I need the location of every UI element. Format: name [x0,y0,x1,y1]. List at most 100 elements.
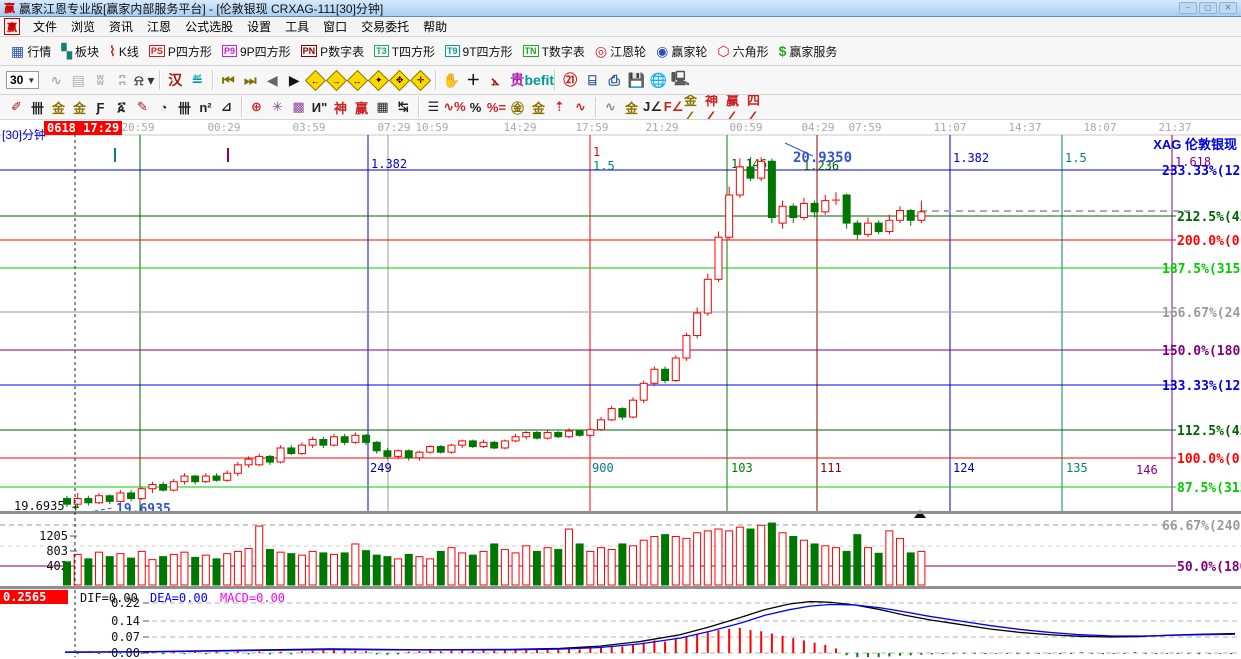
t-number-button[interactable]: TNT数字表 [518,41,590,62]
winner-wheel-button[interactable]: ◉赢家轮 [651,41,712,62]
volume-bar [736,527,743,585]
web-tool[interactable]: 🌐 [647,69,669,91]
t-square-button[interactable]: T3T四方形 [369,41,440,62]
angle-measure-tool[interactable]: ⦛ [484,69,506,91]
last-bar-button[interactable]: ⏭ [239,69,261,91]
hexagon-button[interactable]: ⬡六角形 [712,41,773,62]
comb-plain-tool[interactable]: 卌 [174,98,195,117]
quotes-button[interactable]: ▦行情 [6,41,56,62]
hanzi-tool[interactable]: 汉 [164,69,186,91]
n2-comb-tool[interactable]: n² [195,98,216,117]
box-grid-tool[interactable]: ▩ [288,98,309,117]
bars3-tool[interactable]: ʬ [89,69,111,91]
diamond-compress-button[interactable]: ✦ [368,69,389,90]
diamond-left-button[interactable]: ← [305,69,326,90]
j-angle-tool[interactable]: J∠ [642,98,663,117]
time-circle-tool[interactable]: ◔ [153,98,174,117]
diamond-full-button[interactable]: ✛ [410,69,431,90]
time-axis-label: 20:59 [121,121,154,134]
p-number-button[interactable]: PNP数字表 [296,41,370,62]
star-grid-tool[interactable]: ✳ [267,98,288,117]
width-arrows-tool[interactable]: ↹ [393,98,414,117]
menu-item-5[interactable]: 设置 [240,19,278,35]
wave-box-tool[interactable]: ∿ [570,98,591,117]
calculator-tool[interactable]: ⌸ [581,69,603,91]
diamond-right-button[interactable]: → [326,69,347,90]
percent-line-tool[interactable]: %= [486,98,507,117]
diamond-hswap-button[interactable]: ↔ [347,69,368,90]
brain-tool[interactable]: befit [528,69,550,91]
gold-comb2-tool[interactable]: 金 [69,98,90,117]
gann-wheel-button[interactable]: ◎江恩轮 [590,41,651,62]
kline-button[interactable]: ⌇K线 [104,41,144,62]
circle-cross-tool[interactable]: ⊕ [246,98,267,117]
ying-grid-tool[interactable]: 赢 [351,98,372,117]
diamond-expand-button[interactable]: ✥ [389,69,410,90]
zigzag-tool[interactable]: ∿ [45,69,67,91]
f-comb-tool[interactable]: Ƒ [90,98,111,117]
candle-style-tool[interactable]: ⍾ ▾ [133,69,155,91]
candle [266,456,273,462]
menu-item-0[interactable]: 文件 [26,19,64,35]
menu-items: 文件浏览资讯江恩公式选股设置工具窗口交易委托帮助 [26,18,454,35]
chart-canvas[interactable]: 20:5900:2903:5907:2910:5914:2917:5921:29… [0,120,1241,659]
menu-item-6[interactable]: 工具 [278,19,316,35]
gold-line-tool[interactable]: 金 [528,98,549,117]
volume-scale-label: 803 [46,544,68,558]
menu-item-2[interactable]: 资讯 [102,19,140,35]
gold-box-tool[interactable]: 金 [621,98,642,117]
chart-area[interactable]: 20:5900:2903:5907:2910:5914:2917:5921:29… [0,120,1241,659]
percent-table-tool[interactable]: ☰ [423,98,444,117]
close-button[interactable]: ✕ [1219,2,1237,14]
angle-mirror-tool[interactable]: ⊿ [216,98,237,117]
maximize-button[interactable]: ▢ [1199,2,1217,14]
9t-square-button[interactable]: T99T四方形 [440,41,518,62]
volume-bar [811,544,818,585]
notepad-tool[interactable]: ⎙ [603,69,625,91]
comb-tool[interactable]: 卌 [27,98,48,117]
sector-button[interactable]: ▚板块 [56,41,104,62]
wave2-tool[interactable]: ∿ [600,98,621,117]
menu-item-9[interactable]: 帮助 [416,19,454,35]
spiral-tool[interactable]: ፩ [111,98,132,117]
calendar-tool[interactable]: ㉑ [559,69,581,91]
gold-comb-tool[interactable]: 金 [48,98,69,117]
four-angle-tool[interactable]: 四∠ [747,98,768,117]
p-square-button[interactable]: PSP四方形 [144,41,217,62]
crosshair-tool[interactable]: ＋ [462,69,484,91]
candle [149,484,156,488]
number-grid-tool[interactable]: ▦ [372,98,393,117]
period-selector[interactable]: 30▼ [6,71,39,89]
menu-item-3[interactable]: 江恩 [140,19,178,35]
percent-tool[interactable]: % [465,98,486,117]
minimize-button[interactable]: – [1179,2,1197,14]
trend-mark-tool[interactable]: И" [309,98,330,117]
9p-square-button[interactable]: P99P四方形 [217,41,296,62]
prev-bar-button[interactable]: ◀ [261,69,283,91]
gold-circle-tool[interactable]: ㊎ [507,98,528,117]
menu-item-4[interactable]: 公式选股 [178,19,240,35]
next-bar-button[interactable]: ▶ [283,69,305,91]
menu-item-7[interactable]: 窗口 [316,19,354,35]
shen-grid-tool[interactable]: 神 [330,98,351,117]
brush-tool[interactable]: ✐ [6,98,27,117]
price-arrow-tool[interactable]: ⇡ [549,98,570,117]
hand-tool[interactable]: ✋ [440,69,462,91]
f-angle-tool[interactable]: F∠ [663,98,684,117]
ying-angle-tool[interactable]: 赢∠ [726,98,747,117]
first-bar-button[interactable]: ⏮ [217,69,239,91]
winner-service-button[interactable]: $赢家服务 [774,41,843,62]
toolbar-separator [159,70,160,90]
brush2-tool[interactable]: ✎ [132,98,153,117]
note-tool[interactable]: ▤ [67,69,89,91]
color-chart-tool[interactable]: ≝ [186,69,208,91]
menu-item-8[interactable]: 交易委托 [354,19,416,35]
gold-angle-tool[interactable]: 金∠ [684,98,705,117]
menu-item-1[interactable]: 浏览 [64,19,102,35]
bars9-tool[interactable]: ʭ [111,69,133,91]
percent-slash-tool[interactable]: ∿% [444,98,465,117]
save-tool[interactable]: 💾 [625,69,647,91]
volume-bar [822,546,829,585]
shen-angle-tool[interactable]: 神∠ [705,98,726,117]
remote-tool[interactable]: 🖳 [669,69,691,91]
